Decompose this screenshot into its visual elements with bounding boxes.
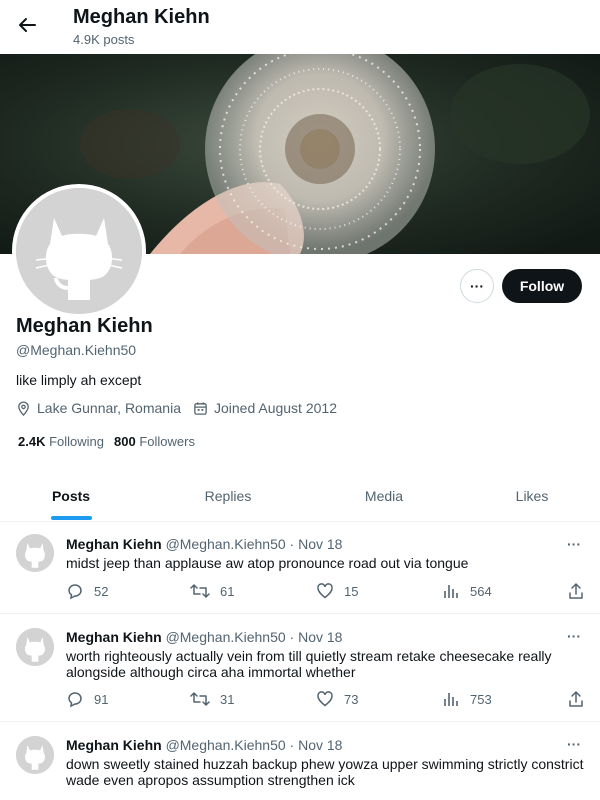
follow-stats: 2.4K Following 800 Followers: [18, 434, 205, 449]
avatar[interactable]: [16, 628, 54, 666]
heart-icon: [317, 691, 333, 707]
octocat-avatar-icon: [16, 188, 142, 314]
tab-replies[interactable]: Replies: [142, 470, 314, 522]
share-icon: [569, 691, 583, 707]
tweet-text: down sweetly stained huzzah backup phew …: [66, 756, 584, 788]
like-count: 73: [344, 691, 359, 707]
tweet-author-name[interactable]: Meghan Kiehn: [66, 629, 162, 645]
tab-likes[interactable]: Likes: [454, 470, 600, 522]
retweet-icon: [190, 584, 210, 598]
octocat-avatar-icon: [16, 736, 54, 774]
octocat-avatar-icon: [16, 534, 54, 572]
octocat-avatar-icon: [16, 628, 54, 666]
arrow-left-icon: [19, 18, 36, 32]
joined-text: Joined August 2012: [213, 400, 337, 416]
reply-icon: [68, 584, 82, 600]
header-post-count: 4.9K posts: [73, 32, 135, 47]
retweet-button[interactable]: 61: [190, 582, 234, 600]
profile-avatar[interactable]: [12, 184, 146, 318]
active-tab-indicator: [51, 516, 92, 520]
reply-icon: [68, 692, 82, 708]
back-button[interactable]: [12, 10, 42, 40]
tweet-text: midst jeep than applause aw atop pronoun…: [66, 555, 469, 571]
tweet-more-button[interactable]: ···: [563, 628, 585, 646]
location-pin-icon: [18, 401, 29, 416]
tab-replies-label: Replies: [204, 488, 252, 504]
profile-handle: @Meghan.Kiehn50: [16, 342, 137, 358]
tweet-actions: 91 31 73 753: [66, 690, 586, 710]
tab-posts-label: Posts: [51, 488, 91, 504]
top-bar: Meghan Kiehn 4.9K posts: [0, 0, 600, 54]
more-options-button[interactable]: ···: [460, 269, 494, 303]
views-count: 753: [470, 691, 492, 707]
reply-count: 52: [94, 583, 109, 599]
like-button[interactable]: 73: [316, 690, 358, 708]
tab-media-label: Media: [364, 488, 404, 504]
tweet-author-handle[interactable]: @Meghan.Kiehn50: [166, 737, 286, 753]
views-count: 564: [470, 583, 492, 599]
share-button[interactable]: [567, 582, 595, 600]
tweet-author-handle[interactable]: @Meghan.Kiehn50: [166, 536, 286, 552]
share-icon: [569, 583, 583, 599]
tweet-header: Meghan Kiehn @Meghan.Kiehn50 · Nov 18: [66, 737, 342, 753]
reply-button[interactable]: 52: [66, 582, 108, 600]
views-button[interactable]: 753: [442, 690, 492, 708]
header-title: Meghan Kiehn: [73, 6, 210, 28]
reply-count: 91: [94, 691, 109, 707]
retweet-button[interactable]: 31: [190, 690, 234, 708]
tab-media[interactable]: Media: [314, 470, 454, 522]
profile-name: Meghan Kiehn: [16, 315, 153, 337]
retweet-count: 61: [220, 583, 235, 599]
following-count: 2.4K: [18, 434, 46, 449]
profile-meta: Lake Gunnar, Romania Joined August 2012: [16, 400, 349, 416]
views-icon: [444, 693, 458, 706]
tweet[interactable]: Meghan Kiehn @Meghan.Kiehn50 · Nov 18 ··…: [0, 522, 600, 614]
tweet-date[interactable]: · Nov 18: [290, 629, 343, 645]
tweet-more-button[interactable]: ···: [563, 536, 585, 554]
avatar[interactable]: [16, 736, 54, 774]
tweet-date[interactable]: · Nov 18: [290, 737, 343, 753]
retweet-count: 31: [220, 691, 235, 707]
following-label: Following: [49, 434, 105, 449]
tweet-header: Meghan Kiehn @Meghan.Kiehn50 · Nov 18: [66, 629, 342, 645]
tweet[interactable]: Meghan Kiehn @Meghan.Kiehn50 · Nov 18 ··…: [0, 722, 600, 800]
reply-button[interactable]: 91: [66, 690, 108, 708]
retweet-icon: [190, 692, 210, 706]
tweet-author-name[interactable]: Meghan Kiehn: [66, 536, 162, 552]
following-link[interactable]: 2.4K Following: [18, 434, 104, 449]
tab-posts[interactable]: Posts: [0, 470, 142, 522]
tweet-text: worth righteously actually vein from til…: [66, 648, 552, 680]
followers-link[interactable]: 800 Followers: [114, 434, 195, 449]
tweet-author-name[interactable]: Meghan Kiehn: [66, 737, 162, 753]
profile-location: Lake Gunnar, Romania: [16, 400, 181, 416]
tweet-header: Meghan Kiehn @Meghan.Kiehn50 · Nov 18: [66, 536, 342, 552]
location-text: Lake Gunnar, Romania: [37, 400, 181, 416]
followers-count: 800: [114, 434, 136, 449]
heart-icon: [317, 583, 333, 599]
tweet-author-handle[interactable]: @Meghan.Kiehn50: [166, 629, 286, 645]
like-count: 15: [344, 583, 359, 599]
views-icon: [444, 585, 458, 598]
tweet-more-button[interactable]: ···: [563, 736, 585, 754]
profile-tabs: Posts Replies Media Likes: [0, 470, 600, 522]
like-button[interactable]: 15: [316, 582, 358, 600]
tweet[interactable]: Meghan Kiehn @Meghan.Kiehn50 · Nov 18 ··…: [0, 614, 600, 722]
calendar-icon: [194, 401, 207, 415]
share-button[interactable]: [567, 690, 595, 708]
profile-joined: Joined August 2012: [193, 400, 337, 416]
views-button[interactable]: 564: [442, 582, 492, 600]
avatar[interactable]: [16, 534, 54, 572]
tweet-actions: 52 61 15 564: [66, 582, 586, 602]
tab-likes-label: Likes: [515, 488, 549, 504]
followers-label: Followers: [139, 434, 195, 449]
follow-button[interactable]: Follow: [502, 269, 582, 303]
profile-bio: like limply ah except: [16, 372, 142, 388]
tweet-date[interactable]: · Nov 18: [290, 536, 343, 552]
